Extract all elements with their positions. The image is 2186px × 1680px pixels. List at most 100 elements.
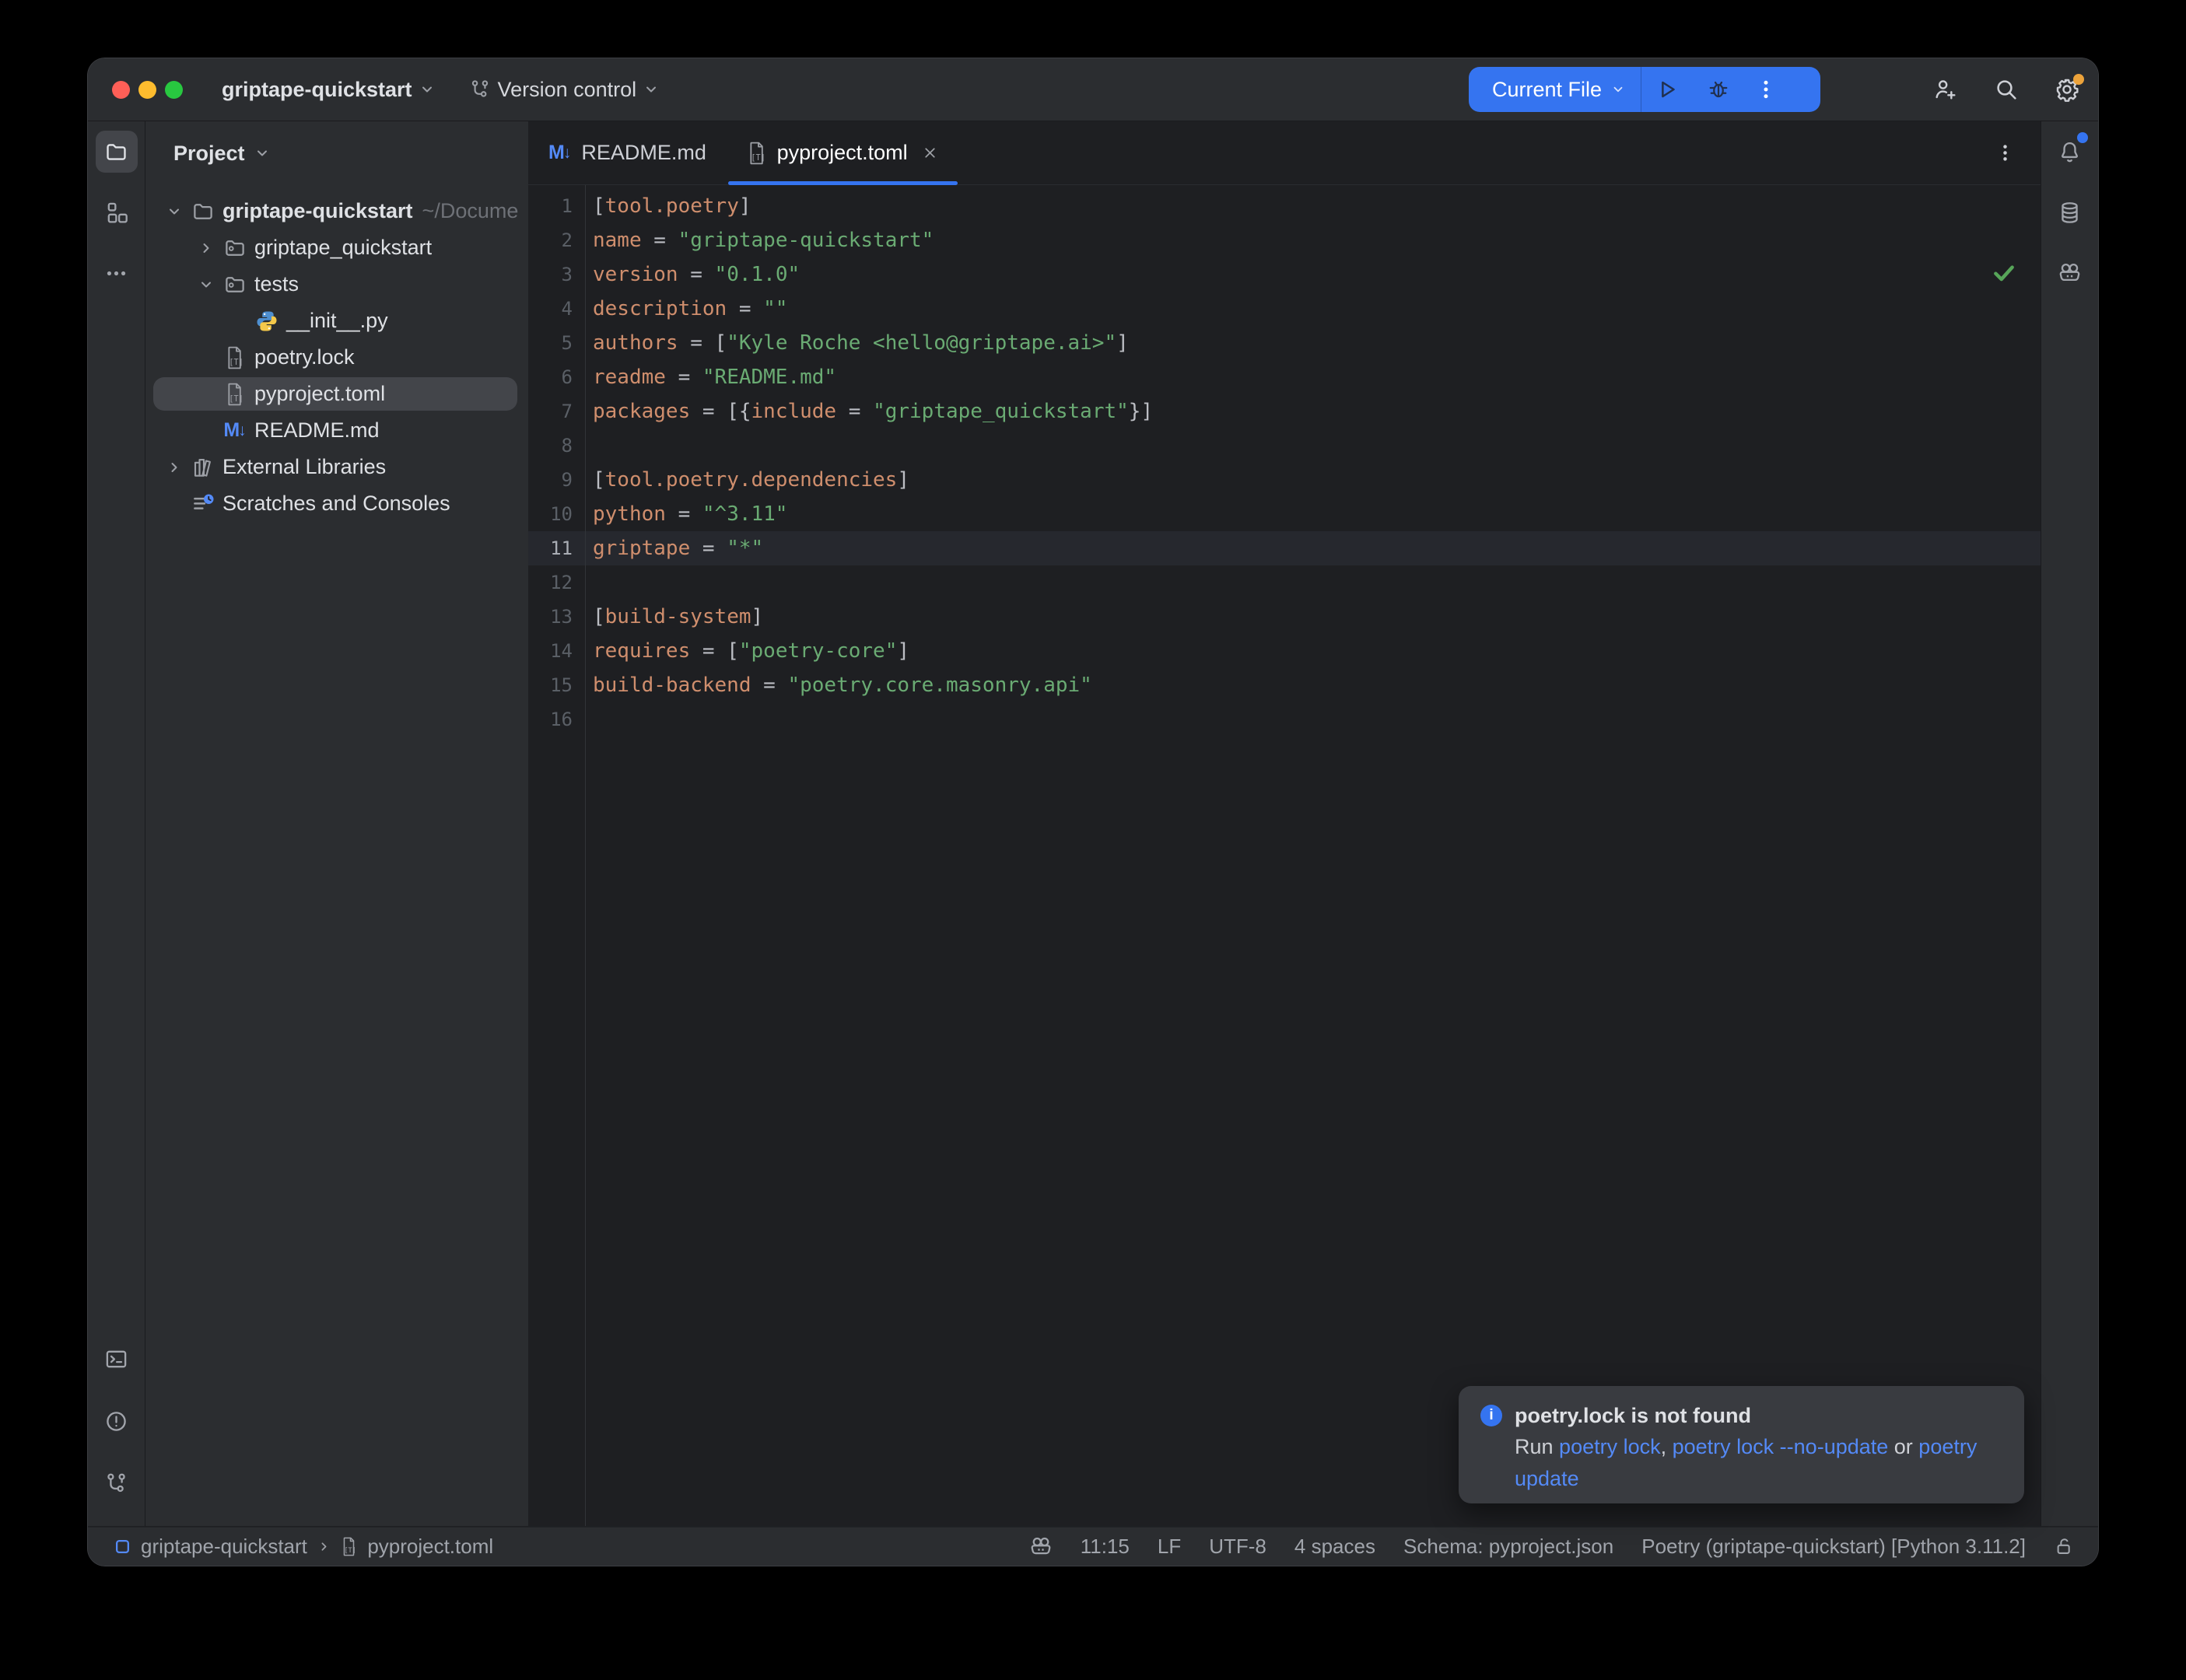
editor-area: M↓README.md[T]pyproject.toml 1[tool.poet…: [528, 121, 2041, 1526]
gutter-divider: [585, 185, 586, 1526]
code-line-8: 8: [528, 429, 2041, 463]
tree-item-label: External Libraries: [222, 455, 386, 479]
line-number: 7: [528, 401, 585, 422]
notifications-button[interactable]: [2049, 131, 2091, 173]
database-tool-button[interactable]: [2049, 191, 2091, 233]
line-number: 2: [528, 229, 585, 251]
toml-icon: [T]: [747, 142, 767, 165]
settings-update-badge: [2073, 74, 2084, 85]
file-encoding-widget[interactable]: UTF-8: [1209, 1535, 1266, 1559]
tree-item-scratches-and-consoles[interactable]: Scratches and Consoles: [145, 485, 528, 522]
notification-body: Run poetry lock, poetry lock --no-update…: [1515, 1431, 1981, 1495]
tree-toggle[interactable]: [192, 240, 220, 256]
problems-tool-button[interactable]: [96, 1400, 138, 1442]
breadcrumb-file[interactable]: pyproject.toml: [367, 1535, 493, 1559]
traffic-light-minimize[interactable]: [138, 81, 156, 99]
line-number: 1: [528, 195, 585, 217]
line-number: 4: [528, 298, 585, 320]
tree-toggle[interactable]: [160, 204, 188, 219]
tree-item-poetry-lock[interactable]: [T]poetry.lock: [145, 339, 528, 376]
more-run-options-button[interactable]: [1744, 78, 1788, 101]
chevron-down-icon: [643, 82, 659, 97]
terminal-tool-button[interactable]: [96, 1338, 138, 1380]
project-menu[interactable]: griptape-quickstart: [222, 78, 435, 102]
breadcrumb-project[interactable]: griptape-quickstart: [141, 1535, 307, 1559]
tab-readme-md[interactable]: M↓README.md: [528, 121, 727, 184]
tree-item-label: pyproject.toml: [254, 382, 385, 406]
notification-text: Run: [1515, 1435, 1559, 1458]
tree-toggle[interactable]: [160, 460, 188, 475]
readonly-toggle[interactable]: [2054, 1536, 2075, 1557]
notification-link-poetry-lock[interactable]: poetry lock: [1559, 1435, 1661, 1458]
code-line-2: 2name = "griptape-quickstart": [528, 223, 2041, 257]
debug-button[interactable]: [1693, 78, 1744, 101]
settings-button[interactable]: [2055, 77, 2079, 102]
project-panel-header[interactable]: Project: [145, 121, 528, 185]
code-line-13: 13[build-system]: [528, 600, 2041, 634]
folder-icon: [188, 200, 218, 223]
structure-tool-button[interactable]: [96, 191, 138, 233]
close-icon[interactable]: [921, 144, 939, 162]
toml-icon: [T]: [220, 346, 250, 369]
run-configuration-selector[interactable]: Current File: [1469, 78, 1625, 102]
code-editor[interactable]: 1[tool.poetry]2name = "griptape-quicksta…: [528, 185, 2041, 1526]
project-tool-button[interactable]: [96, 131, 138, 173]
tree-item-external-libraries[interactable]: External Libraries: [145, 449, 528, 485]
add-account-button[interactable]: [1933, 77, 1958, 102]
tab-pyproject-toml[interactable]: [T]pyproject.toml: [727, 121, 959, 184]
tree-item-griptape-quickstart[interactable]: griptape-quickstart~/Docume: [145, 193, 528, 229]
line-number: 6: [528, 366, 585, 388]
code-line-9: 9[tool.poetry.dependencies]: [528, 463, 2041, 497]
tree-item-pyproject-toml[interactable]: [T]pyproject.toml: [145, 376, 528, 412]
editor-options-button[interactable]: [1995, 142, 2016, 163]
code-line-text: packages = [{include = "griptape_quickst…: [585, 400, 1153, 423]
notifications-badge: [2077, 132, 2088, 143]
code-line-11: 11griptape = "*": [528, 531, 2041, 565]
search-everywhere-button[interactable]: [1994, 77, 2019, 102]
python-interpreter-widget[interactable]: Poetry (griptape-quickstart) [Python 3.1…: [1641, 1535, 2026, 1559]
version-control-tool-button[interactable]: [96, 1462, 138, 1504]
code-line-text: name = "griptape-quickstart": [585, 229, 934, 252]
run-configuration-label: Current File: [1492, 78, 1602, 102]
code-line-6: 6readme = "README.md": [528, 360, 2041, 394]
tree-item-griptape-quickstart[interactable]: griptape_quickstart: [145, 229, 528, 266]
ai-status-icon[interactable]: [1029, 1535, 1053, 1559]
tree-item-init-py[interactable]: __init__.py: [145, 303, 528, 339]
code-line-5: 5authors = ["Kyle Roche <hello@griptape.…: [528, 326, 2041, 360]
project-tree: griptape-quickstart~/Documegriptape_quic…: [145, 185, 528, 522]
markdown-icon: M↓: [548, 143, 571, 163]
line-number: 12: [528, 572, 585, 593]
right-tool-rail: [2041, 121, 2098, 1526]
tree-item-label: griptape-quickstart: [222, 199, 413, 223]
run-button[interactable]: [1641, 78, 1693, 101]
pkg-folder-icon: [220, 236, 250, 260]
code-line-text: version = "0.1.0": [585, 263, 800, 286]
notification-text: or: [1888, 1435, 1918, 1458]
title-bar-actions: [1933, 58, 2079, 121]
status-widgets: 11:15 LF UTF-8 4 spaces Schema: pyproject.js…: [1029, 1535, 2075, 1559]
chevron-down-icon: [166, 204, 182, 219]
tree-item-tests[interactable]: tests: [145, 266, 528, 303]
tree-toggle[interactable]: [192, 277, 220, 292]
code-line-4: 4description = "": [528, 292, 2041, 326]
traffic-light-zoom[interactable]: [165, 81, 183, 99]
svg-text:[T]: [T]: [229, 359, 243, 367]
inspection-status-icon[interactable]: [1991, 260, 2017, 286]
pkg-folder-icon: [220, 273, 250, 296]
tree-item-readme-md[interactable]: M↓README.md: [145, 412, 528, 449]
indent-style-widget[interactable]: 4 spaces: [1294, 1535, 1375, 1559]
more-tool-windows-button[interactable]: [96, 252, 138, 294]
chevron-right-icon: [198, 240, 214, 256]
notification-text: ,: [1661, 1435, 1673, 1458]
json-schema-widget[interactable]: Schema: pyproject.json: [1403, 1535, 1613, 1559]
caret-position-widget[interactable]: 11:15: [1081, 1535, 1130, 1559]
line-separator-widget[interactable]: LF: [1158, 1535, 1181, 1559]
traffic-lights: [88, 81, 183, 99]
notification-link-poetry-lock-no-update[interactable]: poetry lock --no-update: [1673, 1435, 1889, 1458]
ai-assistant-tool-button[interactable]: [2049, 252, 2091, 294]
line-number: 10: [528, 503, 585, 525]
vcs-menu[interactable]: Version control: [469, 78, 660, 102]
editor-tabs: M↓README.md[T]pyproject.toml: [528, 121, 2041, 185]
traffic-light-close[interactable]: [112, 81, 130, 99]
code-line-text: authors = ["Kyle Roche <hello@griptape.a…: [585, 331, 1129, 355]
